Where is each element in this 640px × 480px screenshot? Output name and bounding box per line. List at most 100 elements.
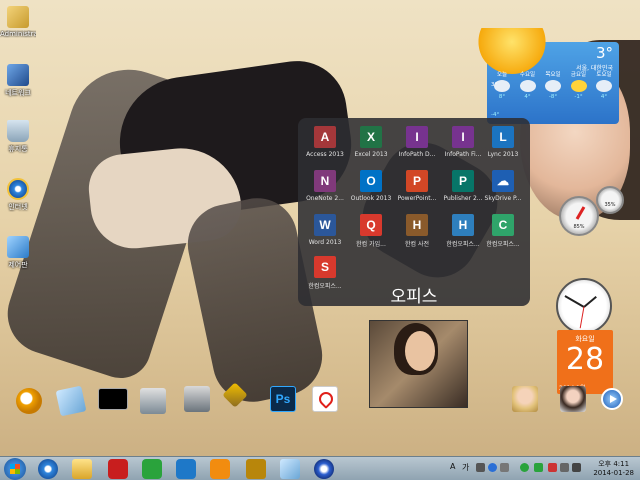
logoff-icon[interactable] bbox=[176, 459, 196, 479]
photoshop-icon[interactable]: Ps bbox=[270, 386, 296, 412]
scanner-icon[interactable] bbox=[140, 388, 166, 414]
flag-icon[interactable] bbox=[560, 463, 569, 472]
app-word[interactable]: W Word 2013 bbox=[302, 210, 348, 246]
desktop-icon-control-panel[interactable]: 제어판 bbox=[0, 236, 36, 270]
app-group-title: 오피스 bbox=[390, 287, 438, 307]
network-icon bbox=[7, 64, 29, 86]
app-outlook[interactable]: O Outlook 2013 bbox=[348, 166, 394, 202]
taskbar: A 가 오후 4:11 2014-01-28 bbox=[0, 456, 640, 480]
hancom-show-icon: S bbox=[314, 256, 336, 278]
shutdown-icon[interactable] bbox=[108, 459, 128, 479]
desktop-icon-admin[interactable]: Administra... bbox=[0, 6, 36, 38]
office-app-group: A Access 2013 X Excel 2013 I InfoPath D... … bbox=[298, 118, 530, 307]
forecast-day: 목요일 -8° bbox=[545, 72, 561, 100]
taskbar-clock[interactable]: 오후 4:11 2014-01-28 bbox=[593, 460, 634, 478]
internet-explorer-icon bbox=[7, 178, 29, 200]
help-icon[interactable] bbox=[488, 463, 497, 472]
cpu-gauge[interactable]: 85% bbox=[559, 196, 599, 236]
app-onenote[interactable]: N OneNote 2... bbox=[302, 166, 348, 202]
notepad-icon[interactable] bbox=[55, 385, 87, 417]
tools-icon[interactable] bbox=[222, 382, 248, 408]
lync-icon: L bbox=[492, 126, 514, 148]
hour-hand bbox=[583, 295, 597, 308]
sun-small-icon bbox=[570, 80, 587, 92]
app-hancom-dictionary[interactable]: H 한컴 사전 bbox=[394, 210, 440, 248]
refresh-icon[interactable] bbox=[142, 459, 162, 479]
forecast-day: 금요일 -1° bbox=[570, 72, 587, 100]
desktop-icon-label: 네트워크 bbox=[5, 89, 31, 97]
security-icon[interactable] bbox=[548, 463, 557, 472]
sun-icon bbox=[477, 28, 547, 74]
app-excel[interactable]: X Excel 2013 bbox=[348, 122, 394, 158]
memory-value: 35% bbox=[604, 202, 616, 208]
printer-icon[interactable] bbox=[184, 386, 210, 412]
weather-gadget[interactable]: 3° 서울, 대한민국 오늘 8° 수요일 4° 목요일 -8° 금요일 -1° 토요일… bbox=[477, 28, 619, 124]
play-icon[interactable] bbox=[601, 388, 623, 410]
app-access[interactable]: A Access 2013 bbox=[302, 122, 348, 158]
calendar-gadget[interactable]: 화요일 28 2014 1월 bbox=[557, 330, 613, 394]
app-hancom-join[interactable]: Q 한컴 가입... bbox=[348, 210, 394, 248]
desktop-icon-recycle-bin[interactable]: 휴지통 bbox=[0, 120, 36, 154]
cloud-icon bbox=[519, 80, 536, 92]
cpu-value: 85% bbox=[573, 224, 585, 230]
powerpoint-icon: P bbox=[406, 170, 428, 192]
calendar-day: 28 bbox=[565, 342, 605, 377]
notes-icon[interactable] bbox=[280, 459, 300, 479]
outlook-icon: O bbox=[360, 170, 382, 192]
tray-icon[interactable] bbox=[500, 463, 509, 472]
desktop-icon-network[interactable]: 네트워크 bbox=[0, 64, 36, 98]
update-icon[interactable] bbox=[520, 463, 529, 472]
winrar-icon[interactable] bbox=[246, 459, 266, 479]
internet-explorer-icon[interactable] bbox=[38, 459, 58, 479]
weather-forecast: 오늘 8° 수요일 4° 목요일 -8° 금요일 -1° 토요일 4° bbox=[490, 70, 616, 100]
weather-temp: 3° bbox=[595, 44, 613, 62]
app-lync[interactable]: L Lync 2013 bbox=[480, 122, 526, 158]
photo-content bbox=[405, 331, 435, 371]
infopath-icon: I bbox=[452, 126, 474, 148]
clock-time: 오후 4:11 bbox=[598, 460, 630, 468]
second-hand bbox=[579, 306, 585, 329]
ime-indicator[interactable]: 가 bbox=[462, 462, 469, 473]
desktop-icon-internet[interactable]: 인터넷 bbox=[0, 178, 36, 212]
terminal-icon[interactable] bbox=[98, 388, 128, 410]
app-hancom-office-2[interactable]: C 한컴오피스... bbox=[480, 210, 526, 248]
skydrive-icon: ☁ bbox=[492, 170, 514, 192]
desktop-icon-label: Administra... bbox=[0, 30, 36, 38]
snow-icon bbox=[596, 80, 612, 92]
file-explorer-icon[interactable] bbox=[72, 459, 92, 479]
clock-gadget[interactable] bbox=[556, 278, 612, 334]
app-powerpoint[interactable]: P PowerPoint... bbox=[394, 166, 440, 202]
infopath-icon: I bbox=[406, 126, 428, 148]
memory-gauge[interactable]: 35% bbox=[596, 186, 624, 214]
gauge-needle bbox=[575, 206, 586, 220]
word-icon: W bbox=[314, 214, 336, 236]
dictionary-icon: H bbox=[406, 214, 428, 236]
language-indicator[interactable]: A bbox=[450, 462, 455, 471]
start-button[interactable] bbox=[4, 458, 26, 480]
cloud-icon bbox=[545, 80, 561, 92]
desktop-icon-label: 인터넷 bbox=[8, 203, 28, 211]
photo-gadget[interactable] bbox=[369, 320, 468, 408]
power-icon[interactable] bbox=[210, 459, 230, 479]
tray-icon[interactable] bbox=[476, 463, 485, 472]
user-folder-icon bbox=[7, 6, 29, 28]
app-skydrive[interactable]: ☁ SkyDrive P... bbox=[480, 166, 526, 202]
network-tray-icon[interactable] bbox=[534, 463, 543, 472]
windows-logo-icon bbox=[10, 464, 20, 474]
app-infopath-designer[interactable]: I InfoPath D... bbox=[394, 122, 440, 158]
clock-date: 2014-01-28 bbox=[593, 469, 634, 477]
access-icon: A bbox=[314, 126, 336, 148]
volume-icon[interactable] bbox=[572, 463, 581, 472]
search-icon[interactable] bbox=[16, 388, 42, 414]
hancom-office-icon: H bbox=[452, 214, 474, 236]
minute-hand bbox=[564, 295, 585, 308]
avatar[interactable] bbox=[512, 386, 538, 412]
hancom-cell-icon: C bbox=[492, 214, 514, 236]
desktop-icon-label: 제어판 bbox=[8, 261, 28, 269]
acrobat-glyph bbox=[316, 389, 336, 409]
avatar[interactable] bbox=[560, 386, 586, 412]
media-center-icon[interactable] bbox=[314, 459, 334, 479]
hancom-search-icon: Q bbox=[360, 214, 382, 236]
onenote-icon: N bbox=[314, 170, 336, 192]
acrobat-icon[interactable] bbox=[312, 386, 338, 412]
